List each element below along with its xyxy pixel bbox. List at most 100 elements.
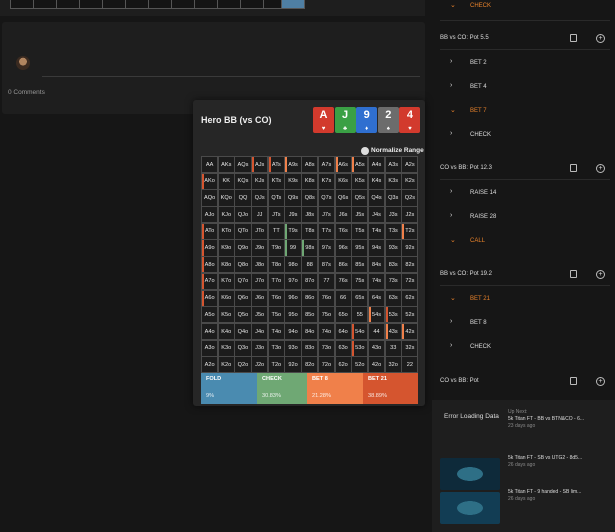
hand-cell[interactable]: 72o (317, 356, 336, 374)
chevron-right-icon[interactable]: › (450, 130, 452, 137)
hand-cell[interactable]: Q8o (234, 256, 252, 274)
hand-cell[interactable]: A6o (201, 289, 219, 307)
copy-icon[interactable] (570, 34, 577, 42)
hand-cell[interactable]: T7s (317, 222, 336, 240)
hand-cell[interactable]: J4s (367, 206, 386, 224)
hand-cell[interactable]: J7o (251, 272, 269, 291)
add-icon[interactable]: + (596, 270, 605, 279)
tree-action[interactable]: BET 8 (470, 320, 487, 326)
hand-cell[interactable]: J3o (251, 339, 269, 357)
hand-cell[interactable]: Q5o (234, 306, 252, 324)
hand-cell[interactable]: 55 (351, 306, 369, 324)
hand-cell[interactable]: 53o (351, 339, 369, 357)
hand-cell[interactable]: 52s (401, 306, 419, 324)
hand-cell[interactable]: JJ (251, 206, 269, 224)
hand-cell[interactable]: 32o (384, 356, 402, 374)
hand-cell[interactable]: Q5s (351, 189, 369, 207)
hand-cell[interactable]: T3o (267, 339, 285, 357)
video-item[interactable]: 5k Titan FT - 9 handed - SB lim... 26 day… (508, 489, 603, 503)
hand-cell[interactable]: Q9o (234, 239, 252, 257)
hand-cell[interactable]: 74o (317, 322, 336, 341)
hand-cell[interactable]: T2s (401, 222, 419, 240)
hand-cell[interactable]: AJs (251, 156, 269, 174)
chevron-right-icon[interactable]: › (450, 188, 452, 195)
add-icon[interactable]: + (596, 377, 605, 386)
hand-cell[interactable]: 83s (384, 256, 402, 274)
hand-cell[interactable]: J7s (317, 206, 336, 224)
hand-cell[interactable]: K9s (284, 172, 302, 190)
hand-cell[interactable]: 97o (284, 272, 302, 291)
action-summary-bet-21[interactable]: BET 21 38.89% (363, 373, 418, 404)
hand-cell[interactable]: 84s (367, 256, 386, 274)
hand-cell[interactable]: K7s (317, 172, 336, 190)
hand-cell[interactable]: 85o (301, 306, 319, 324)
hand-cell[interactable]: 82s (401, 256, 419, 274)
add-icon[interactable]: + (596, 164, 605, 173)
hand-cell[interactable]: 87o (301, 272, 319, 291)
action-summary-fold[interactable]: FOLD 9% (201, 373, 257, 404)
hand-cell[interactable]: AJo (201, 206, 219, 224)
hand-cell[interactable]: A4s (367, 156, 386, 174)
hand-cell[interactable]: 74s (367, 272, 386, 291)
tree-action[interactable]: BET 21 (470, 296, 490, 302)
hand-cell[interactable]: 87s (317, 256, 336, 274)
avatar[interactable] (16, 56, 30, 70)
hand-cell[interactable]: ATs (267, 156, 285, 174)
hand-cell[interactable]: 62o (334, 356, 352, 374)
hand-cell[interactable]: 98o (284, 256, 302, 274)
hand-cell[interactable]: 66 (334, 289, 352, 307)
hand-cell[interactable]: T6o (267, 289, 285, 307)
hand-cell[interactable]: 62s (401, 289, 419, 307)
action-summary-bet-8[interactable]: BET 8 21.28% (307, 373, 363, 404)
hand-cell[interactable]: T8o (267, 256, 285, 274)
hand-cell[interactable]: T3s (384, 222, 402, 240)
hand-cell[interactable]: 44 (367, 322, 386, 341)
hand-cell[interactable]: Q3o (234, 339, 252, 357)
chevron-right-icon[interactable]: › (450, 318, 452, 325)
hand-cell[interactable]: 52o (351, 356, 369, 374)
hand-cell[interactable]: QQ (234, 189, 252, 207)
hand-cell[interactable]: A6s (334, 156, 352, 174)
hand-cell[interactable]: A8s (301, 156, 319, 174)
hand-cell[interactable]: 76s (334, 272, 352, 291)
hand-cell[interactable]: J2s (401, 206, 419, 224)
hand-cell[interactable]: J8o (251, 256, 269, 274)
hand-cell[interactable]: K2s (401, 172, 419, 190)
hand-cell[interactable]: T5o (267, 306, 285, 324)
hand-cell[interactable]: 63o (334, 339, 352, 357)
add-icon[interactable]: + (596, 34, 605, 43)
hand-cell[interactable]: 75s (351, 272, 369, 291)
tree-action[interactable]: CHECK (470, 132, 491, 138)
hand-cell[interactable]: 32s (401, 339, 419, 357)
hand-cell[interactable]: 94s (367, 239, 386, 257)
hand-cell[interactable]: 42s (401, 322, 419, 341)
video-thumbnail[interactable] (440, 492, 500, 524)
hand-cell[interactable]: ATo (201, 222, 219, 240)
tree-action[interactable]: BET 7 (470, 108, 487, 114)
hand-cell[interactable]: J5o (251, 306, 269, 324)
hand-cell[interactable]: 88 (301, 256, 319, 274)
hand-cell[interactable]: KTo (217, 222, 235, 240)
hand-cell[interactable]: 42o (367, 356, 386, 374)
hand-cell[interactable]: 92o (284, 356, 302, 374)
hand-cell[interactable]: Q6s (334, 189, 352, 207)
hand-cell[interactable]: Q6o (234, 289, 252, 307)
hand-cell[interactable]: 83o (301, 339, 319, 357)
hand-cell[interactable]: 86o (301, 289, 319, 307)
chevron-right-icon[interactable]: › (450, 212, 452, 219)
hand-cell[interactable]: 65o (334, 306, 352, 324)
hand-cell[interactable]: Q4o (234, 322, 252, 341)
tree-action[interactable]: CHECK (470, 3, 491, 9)
hand-cell[interactable]: Q7o (234, 272, 252, 291)
hand-cell[interactable]: 64s (367, 289, 386, 307)
chevron-down-icon[interactable]: ⌄ (450, 1, 456, 9)
hand-cell[interactable]: J2o (251, 356, 269, 374)
hand-cell[interactable]: KJs (251, 172, 269, 190)
tree-action[interactable]: BET 2 (470, 60, 487, 66)
tree-action[interactable]: CHECK (470, 344, 491, 350)
hand-cell[interactable]: 84o (301, 322, 319, 341)
hand-cell[interactable]: 98s (301, 239, 319, 257)
hand-cell[interactable]: T5s (351, 222, 369, 240)
hand-cell[interactable]: J4o (251, 322, 269, 341)
hand-cell[interactable]: KTs (267, 172, 285, 190)
